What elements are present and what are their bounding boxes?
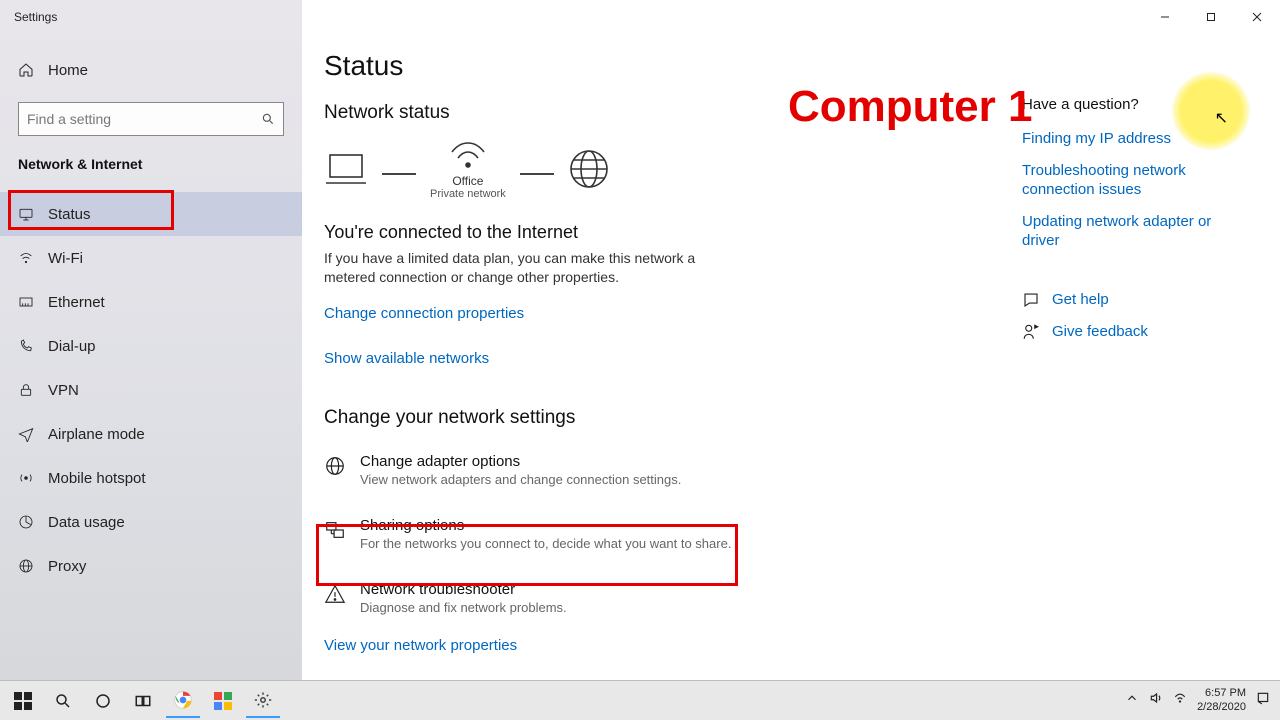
option-desc: View network adapters and change connect… — [360, 472, 681, 487]
give-feedback-row[interactable]: Give feedback — [1022, 323, 1252, 341]
titlebar: Settings — [0, 0, 1280, 34]
tray-volume-icon[interactable] — [1149, 691, 1163, 710]
sidebar-item-proxy[interactable]: Proxy — [0, 544, 302, 588]
sidebar-item-wifi[interactable]: Wi-Fi — [0, 236, 302, 280]
sidebar-item-label: Data usage — [48, 514, 125, 531]
status-icon — [18, 206, 34, 222]
taskbar-app-grid[interactable] — [206, 684, 240, 718]
clock-time: 6:57 PM — [1197, 687, 1246, 700]
get-help-row[interactable]: Get help — [1022, 291, 1252, 309]
dialup-icon — [18, 338, 34, 354]
home-icon — [18, 62, 34, 78]
taskbar-taskview[interactable] — [126, 684, 160, 718]
ethernet-icon — [18, 294, 34, 310]
option-sharing[interactable]: Sharing options For the networks you con… — [324, 513, 1280, 557]
taskbar-chrome[interactable] — [166, 684, 200, 718]
sidebar-item-dialup[interactable]: Dial-up — [0, 324, 302, 368]
sidebar-item-ethernet[interactable]: Ethernet — [0, 280, 302, 324]
taskbar-cortana[interactable] — [86, 684, 120, 718]
sharing-icon — [324, 519, 346, 541]
sidebar-item-datausage[interactable]: Data usage — [0, 500, 302, 544]
cursor-highlight — [1172, 72, 1250, 150]
sidebar-item-label: VPN — [48, 382, 79, 399]
wifi-icon — [18, 250, 34, 266]
chat-icon — [1022, 291, 1040, 309]
airplane-icon — [18, 426, 34, 442]
window-title: Settings — [0, 10, 57, 24]
vpn-icon — [18, 382, 34, 398]
wifi-name: Office — [452, 174, 483, 188]
home-label: Home — [48, 62, 88, 79]
minimize-button[interactable] — [1142, 2, 1188, 32]
sidebar-item-label: Airplane mode — [48, 426, 145, 443]
home-button[interactable]: Home — [0, 50, 302, 90]
search-icon — [261, 112, 275, 126]
help-link-driver[interactable]: Updating network adapter or driver — [1022, 212, 1252, 251]
globe-icon — [568, 148, 610, 190]
sidebar: Home Network & Internet Status Wi-Fi Eth… — [0, 0, 302, 680]
taskbar-search[interactable] — [46, 684, 80, 718]
get-help-label: Get help — [1052, 291, 1109, 308]
option-title: Change adapter options — [360, 453, 681, 470]
warning-icon — [324, 583, 346, 605]
close-button[interactable] — [1234, 2, 1280, 32]
option-desc: For the networks you connect to, decide … — [360, 536, 731, 551]
taskbar-settings[interactable] — [246, 684, 280, 718]
maximize-button[interactable] — [1188, 2, 1234, 32]
sidebar-item-label: Dial-up — [48, 338, 96, 355]
link-view-network-properties[interactable]: View your network properties — [324, 637, 1280, 654]
give-feedback-label: Give feedback — [1052, 323, 1148, 340]
taskbar-clock[interactable]: 6:57 PM 2/28/2020 — [1197, 687, 1246, 713]
search-box[interactable] — [18, 102, 284, 136]
start-button[interactable] — [6, 684, 40, 718]
section-change-settings: Change your network settings — [324, 407, 1280, 429]
annotation-overlay: Computer 1 — [788, 82, 1032, 132]
option-troubleshooter[interactable]: Network troubleshooter Diagnose and fix … — [324, 577, 1280, 621]
taskbar: 6:57 PM 2/28/2020 — [0, 680, 1280, 720]
option-title: Network troubleshooter — [360, 581, 567, 598]
sidebar-item-label: Ethernet — [48, 294, 105, 311]
sidebar-item-label: Proxy — [48, 558, 86, 575]
sidebar-item-label: Wi-Fi — [48, 250, 83, 267]
wifi-large-icon — [448, 138, 488, 170]
sidebar-item-label: Status — [48, 206, 91, 223]
feedback-icon — [1022, 323, 1040, 341]
hotspot-icon — [18, 470, 34, 486]
option-change-adapter[interactable]: Change adapter options View network adap… — [324, 449, 1280, 493]
laptop-icon — [324, 151, 368, 187]
data-usage-icon — [18, 514, 34, 530]
help-link-troubleshoot[interactable]: Troubleshooting network connection issue… — [1022, 161, 1252, 200]
cursor-icon: ↖ — [1215, 108, 1228, 128]
sidebar-item-vpn[interactable]: VPN — [0, 368, 302, 412]
main-content: Status Network status Office Private net… — [302, 0, 1280, 680]
category-heading: Network & Internet — [0, 146, 302, 186]
link-show-available-networks[interactable]: Show available networks — [324, 350, 1280, 367]
tray-chevron-up-icon[interactable] — [1125, 691, 1139, 710]
proxy-icon — [18, 558, 34, 574]
adapter-icon — [324, 455, 346, 477]
clock-date: 2/28/2020 — [1197, 701, 1246, 714]
wifi-subtitle: Private network — [430, 188, 506, 200]
search-input[interactable] — [27, 111, 261, 127]
option-title: Sharing options — [360, 517, 731, 534]
tray-wifi-icon[interactable] — [1173, 691, 1187, 710]
sidebar-item-label: Mobile hotspot — [48, 470, 146, 487]
sidebar-item-hotspot[interactable]: Mobile hotspot — [0, 456, 302, 500]
page-title: Status — [324, 50, 1280, 82]
tray-notifications-icon[interactable] — [1256, 691, 1270, 710]
sidebar-item-airplane[interactable]: Airplane mode — [0, 412, 302, 456]
connected-body: If you have a limited data plan, you can… — [324, 249, 704, 287]
option-desc: Diagnose and fix network problems. — [360, 600, 567, 615]
sidebar-item-status[interactable]: Status — [0, 192, 302, 236]
